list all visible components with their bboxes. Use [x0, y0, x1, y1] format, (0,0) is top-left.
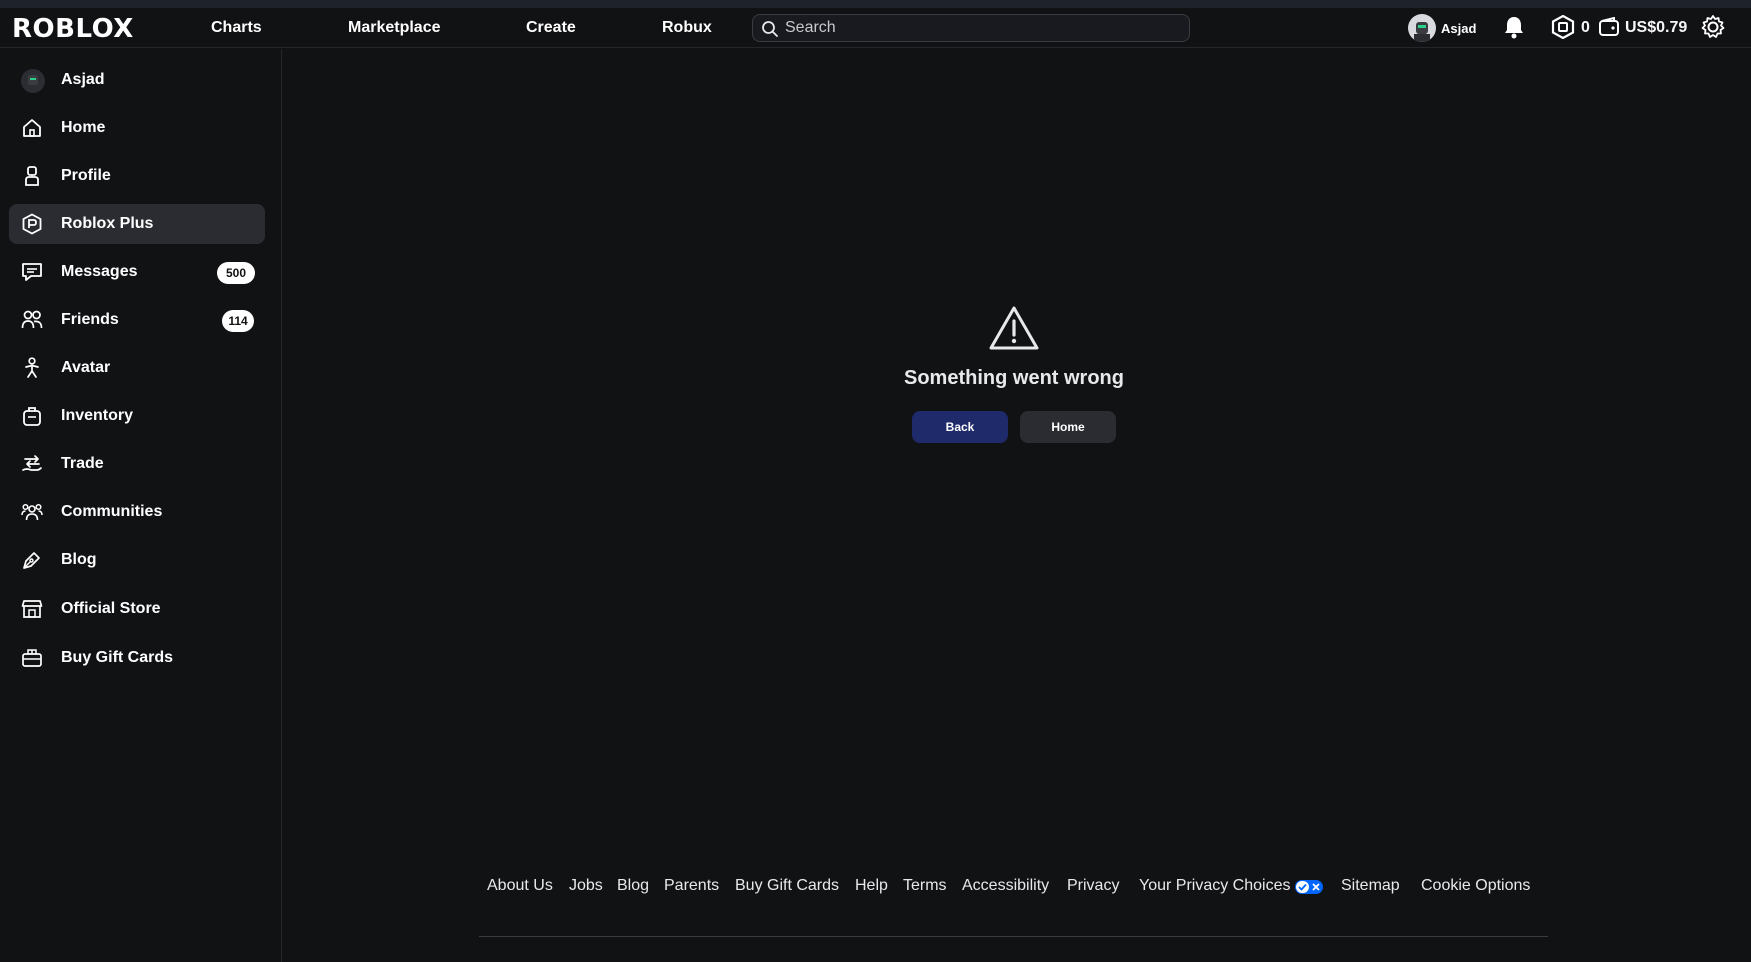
avatar-icon — [21, 357, 43, 379]
sidebar-item-profile[interactable]: Profile — [9, 156, 265, 196]
footer-link-jobs[interactable]: Jobs — [569, 877, 603, 895]
backpack-icon — [21, 405, 43, 427]
sidebar-item-label: Friends — [61, 311, 119, 328]
friends-icon — [21, 309, 43, 331]
footer-link-accessibility[interactable]: Accessibility — [962, 877, 1049, 895]
footer-link-terms[interactable]: Terms — [903, 877, 947, 895]
top-navigation-bar: ROBLOX Charts Marketplace Create Robux A… — [0, 8, 1751, 48]
messages-count-badge: 500 — [217, 262, 255, 284]
robux-icon[interactable] — [1551, 14, 1575, 44]
search-icon — [761, 20, 779, 43]
footer-link-help[interactable]: Help — [855, 877, 888, 895]
nav-create[interactable]: Create — [526, 19, 576, 37]
sidebar-item-trade[interactable]: Trade — [9, 444, 265, 484]
sidebar-item-blog[interactable]: Blog — [9, 540, 265, 580]
privacy-choices-toggle-icon[interactable] — [1295, 880, 1323, 894]
sidebar-item-friends[interactable]: Friends 114 — [9, 300, 265, 340]
profile-icon — [21, 165, 43, 187]
sidebar-item-official-store[interactable]: Official Store — [9, 589, 265, 629]
footer-divider — [479, 936, 1548, 937]
nav-marketplace[interactable]: Marketplace — [348, 19, 441, 37]
roblox-plus-icon — [21, 213, 43, 235]
search-box[interactable] — [752, 14, 1190, 42]
wallet-icon[interactable] — [1598, 16, 1620, 42]
trade-icon — [21, 453, 43, 475]
sidebar: Asjad Home Profile Roblox Plus Messages … — [0, 49, 282, 962]
footer-link-privacy-choices[interactable]: Your Privacy Choices — [1139, 877, 1290, 895]
footer-link-parents[interactable]: Parents — [664, 877, 719, 895]
robux-count[interactable]: 0 — [1581, 19, 1590, 37]
store-icon — [21, 598, 43, 620]
footer-link-sitemap[interactable]: Sitemap — [1341, 877, 1400, 895]
warning-icon — [988, 305, 1040, 356]
roblox-logo[interactable]: ROBLOX — [12, 14, 134, 44]
sidebar-item-label: Avatar — [61, 359, 111, 376]
sidebar-item-home[interactable]: Home — [9, 108, 265, 148]
sidebar-item-user[interactable]: Asjad — [9, 60, 265, 100]
sidebar-item-label: Profile — [61, 167, 111, 184]
home-button[interactable]: Home — [1020, 411, 1116, 443]
sidebar-item-label: Messages — [61, 263, 138, 280]
bell-icon[interactable] — [1503, 15, 1525, 44]
friends-count-badge: 114 — [222, 310, 254, 332]
sidebar-item-label: Blog — [61, 551, 97, 568]
sidebar-item-messages[interactable]: Messages 500 — [9, 252, 265, 292]
nav-charts[interactable]: Charts — [211, 19, 262, 37]
sidebar-item-label: Communities — [61, 503, 163, 520]
avatar[interactable] — [1408, 14, 1436, 42]
sidebar-item-roblox-plus[interactable]: Roblox Plus — [9, 204, 265, 244]
balance[interactable]: US$0.79 — [1625, 19, 1687, 37]
communities-icon — [21, 501, 43, 523]
sidebar-avatar — [21, 69, 45, 93]
window-top-strip — [0, 0, 1751, 8]
sidebar-item-label: Trade — [61, 455, 104, 472]
sidebar-item-inventory[interactable]: Inventory — [9, 396, 265, 436]
sidebar-username: Asjad — [61, 71, 105, 88]
footer-link-about-us[interactable]: About Us — [487, 877, 553, 895]
header-username[interactable]: Asjad — [1441, 21, 1476, 36]
footer-link-cookie-options[interactable]: Cookie Options — [1421, 877, 1530, 895]
sidebar-item-label: Buy Gift Cards — [61, 649, 174, 666]
error-title: Something went wrong — [904, 367, 1124, 389]
sidebar-item-label: Official Store — [61, 600, 161, 617]
home-icon — [21, 117, 43, 139]
footer-link-blog[interactable]: Blog — [617, 877, 649, 895]
sidebar-item-label: Inventory — [61, 407, 134, 424]
nav-robux[interactable]: Robux — [662, 19, 712, 37]
pen-icon — [21, 549, 43, 571]
sidebar-item-buy-gift-cards[interactable]: Buy Gift Cards — [9, 638, 265, 678]
sidebar-item-avatar[interactable]: Avatar — [9, 348, 265, 388]
message-icon — [21, 261, 43, 283]
search-input[interactable] — [785, 18, 1175, 38]
footer-link-buy-gift-cards[interactable]: Buy Gift Cards — [735, 877, 839, 895]
sidebar-item-label: Home — [61, 119, 106, 136]
back-button[interactable]: Back — [912, 411, 1008, 443]
footer-link-privacy[interactable]: Privacy — [1067, 877, 1119, 895]
gear-icon[interactable] — [1700, 14, 1726, 45]
sidebar-item-communities[interactable]: Communities — [9, 492, 265, 532]
sidebar-item-label: Roblox Plus — [61, 215, 154, 232]
gift-card-icon — [21, 647, 43, 669]
